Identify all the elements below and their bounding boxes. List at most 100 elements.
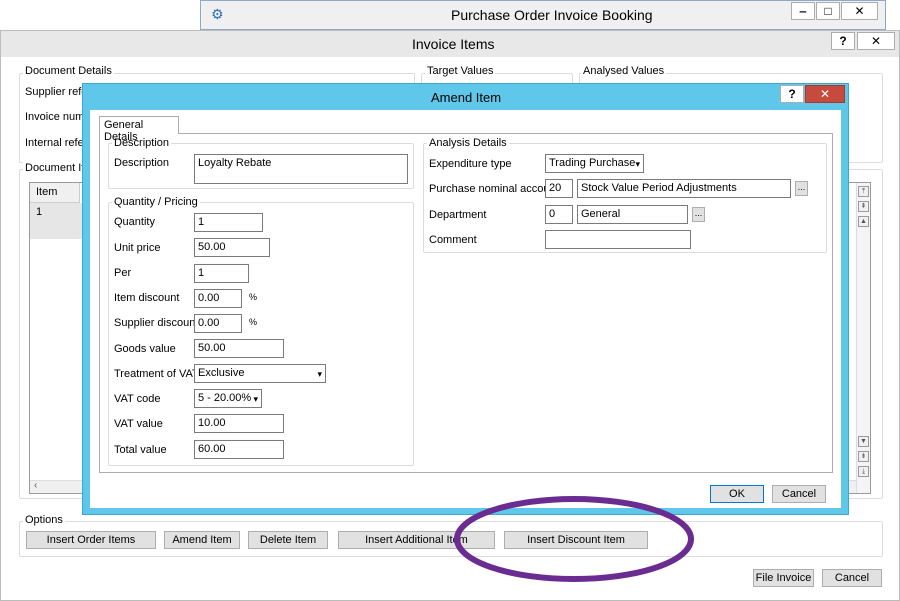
scroll-bottom-icon[interactable]: ⤓ (858, 466, 869, 477)
supplier-discount-input[interactable]: 0.00 (194, 314, 242, 333)
department-code-input[interactable]: 0 (545, 205, 573, 224)
amend-item-button[interactable]: Amend Item (164, 531, 240, 549)
expenditure-type-value: Trading Purchase (549, 157, 636, 169)
invoice-cancel-label: Cancel (834, 572, 870, 584)
unit-price-input[interactable]: 50.00 (194, 238, 270, 257)
quantity-label: Quantity (114, 216, 155, 228)
vat-code-label: VAT code (114, 393, 161, 405)
ellipsis-icon: ... (797, 182, 806, 192)
tab-general-details[interactable]: General Details (99, 116, 179, 143)
unit-price-label: Unit price (114, 242, 161, 254)
document-details-title: Document Details (23, 65, 114, 77)
grid-row-item: 1 (36, 206, 43, 218)
item-discount-value: 0.00 (198, 292, 220, 304)
nominal-code-value: 20 (549, 182, 562, 194)
maximize-button[interactable]: □ (816, 2, 840, 20)
file-invoice-label: File Invoice (755, 572, 812, 584)
per-label: Per (114, 267, 132, 279)
amend-client-area: General Details Description Description … (90, 110, 841, 508)
goods-value-input[interactable]: 50.00 (194, 339, 284, 358)
nominal-lookup-button[interactable]: ... (795, 181, 808, 196)
nominal-name-input[interactable]: Stock Value Period Adjustments (577, 179, 791, 198)
scroll-down-icon[interactable]: ▼ (858, 436, 869, 447)
target-values-title: Target Values (425, 65, 496, 77)
amend-help-button[interactable]: ? (780, 85, 804, 103)
item-discount-label: Item discount (114, 292, 180, 304)
vat-code-value: 5 - 20.00% (198, 392, 252, 404)
table-row[interactable]: 1 (30, 203, 82, 239)
scroll-top-icon[interactable]: ⤒ (858, 186, 869, 197)
item-discount-input[interactable]: 0.00 (194, 289, 242, 308)
department-name-value: General (581, 208, 621, 220)
total-value-input[interactable]: 60.00 (194, 440, 284, 459)
supplier-discount-percent: % (249, 317, 258, 327)
scroll-left-icon[interactable]: ‹ (34, 480, 37, 491)
quantity-pricing-title: Quantity / Pricing (112, 196, 200, 208)
back-window-title: Purchase Order Invoice Booking (451, 7, 653, 23)
item-discount-percent: % (249, 292, 258, 302)
annotation-ellipse (454, 496, 694, 582)
department-label: Department (429, 209, 487, 221)
vat-value-label: VAT value (114, 418, 163, 430)
vat-code-select[interactable]: 5 - 20.00% ▾ (194, 389, 262, 408)
department-lookup-button[interactable]: ... (692, 207, 705, 222)
ellipsis-icon: ... (694, 208, 703, 218)
file-invoice-button[interactable]: File Invoice (753, 569, 814, 587)
total-value-value: 60.00 (198, 443, 226, 455)
description-label: Description (114, 157, 170, 169)
close-button[interactable]: ✕ (841, 2, 878, 20)
comment-input[interactable] (545, 230, 691, 249)
amend-dialog-title: Amend Item (431, 90, 502, 105)
per-input[interactable]: 1 (194, 264, 249, 283)
scroll-page-up-icon[interactable]: ⇞ (858, 201, 869, 212)
chevron-down-icon: ▾ (635, 159, 640, 169)
insert-order-items-button[interactable]: Insert Order Items (26, 531, 156, 549)
total-value-label: Total value (114, 444, 167, 456)
nominal-code-input[interactable]: 20 (545, 179, 573, 198)
treatment-of-vat-label: Treatment of VAT (114, 368, 199, 380)
delete-item-button[interactable]: Delete Item (248, 531, 328, 549)
invoice-close-button[interactable]: ✕ (857, 32, 895, 50)
purchase-nominal-label: Purchase nominal account (429, 183, 559, 195)
options-title: Options (23, 514, 65, 526)
grid-header-item[interactable]: Item (30, 183, 80, 203)
department-name-input[interactable]: General (577, 205, 688, 224)
description-input[interactable]: Loyalty Rebate (194, 154, 408, 184)
amend-close-button[interactable]: ✕ (805, 85, 845, 103)
treatment-of-vat-select[interactable]: Exclusive ▾ (194, 364, 326, 383)
invoice-window-title: Invoice Items (412, 36, 495, 52)
ok-label: OK (729, 488, 745, 500)
ok-button[interactable]: OK (710, 485, 764, 503)
nominal-name-value: Stock Value Period Adjustments (581, 182, 737, 194)
delete-item-label: Delete Item (259, 534, 317, 546)
close-icon: ✕ (819, 87, 831, 101)
tab-page: Description Description Loyalty Rebate Q… (99, 133, 833, 473)
expenditure-type-label: Expenditure type (429, 158, 512, 170)
chevron-down-icon: ▾ (317, 369, 322, 379)
chevron-down-icon: ▾ (253, 394, 258, 404)
amend-item-label: Amend Item (172, 534, 232, 546)
unit-price-value: 50.00 (198, 241, 226, 253)
scroll-up-icon[interactable]: ▲ (858, 216, 869, 227)
quantity-input[interactable]: 1 (194, 213, 263, 232)
minimize-button[interactable]: ‒ (791, 2, 815, 20)
vat-value-input[interactable]: 10.00 (194, 414, 284, 433)
scroll-page-down-icon[interactable]: ⇟ (858, 451, 869, 462)
per-value: 1 (198, 267, 205, 279)
vertical-scrollbar[interactable]: ⤒ ⇞ ▲ ▼ ⇟ ⤓ (856, 183, 870, 493)
goods-value-label: Goods value (114, 343, 176, 355)
supplier-discount-label: Supplier discount (114, 317, 199, 329)
invoice-cancel-button[interactable]: Cancel (822, 569, 882, 587)
quantity-value: 1 (198, 216, 205, 228)
amend-cancel-label: Cancel (781, 488, 817, 500)
supplier-discount-value: 0.00 (198, 317, 220, 329)
expenditure-type-select[interactable]: Trading Purchase ▾ (545, 154, 644, 173)
goods-value-value: 50.00 (198, 342, 226, 354)
invoice-help-button[interactable]: ? (831, 32, 855, 50)
vat-value-value: 10.00 (198, 417, 226, 429)
insert-order-items-label: Insert Order Items (46, 534, 136, 546)
amend-item-dialog: Amend Item ? ✕ General Details Descripti… (82, 83, 849, 515)
description-value: Loyalty Rebate (198, 157, 272, 169)
amend-cancel-button[interactable]: Cancel (772, 485, 826, 503)
back-window: ⚙ Purchase Order Invoice Booking ‒ □ ✕ (200, 0, 886, 30)
